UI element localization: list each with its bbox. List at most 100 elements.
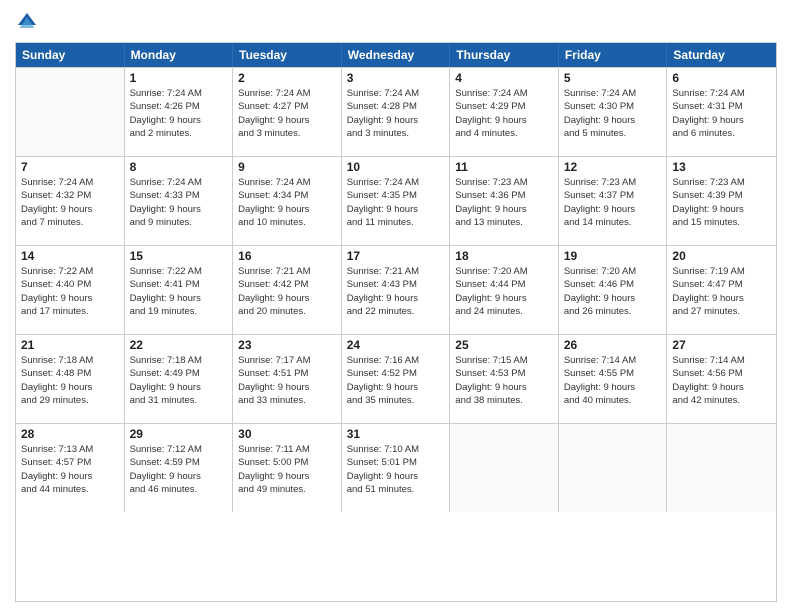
day-info: Sunrise: 7:12 AMSunset: 4:59 PMDaylight:… — [130, 443, 228, 496]
calendar-cell: 29 Sunrise: 7:12 AMSunset: 4:59 PMDayligh… — [125, 424, 234, 512]
calendar-cell: 31Sunrise: 7:10 AMSunset: 5:01 PMDayligh… — [342, 424, 451, 512]
day-info: Sunrise: 7:23 AMSunset: 4:39 PMDaylight:… — [672, 176, 771, 229]
day-info: Sunrise: 7:18 AMSunset: 4:48 PMDaylight:… — [21, 354, 119, 407]
calendar-cell: 23 Sunrise: 7:17 AMSunset: 4:51 PMDayligh… — [233, 335, 342, 423]
calendar-cell: 2 Sunrise: 7:24 AMSunset: 4:27 PMDaylight… — [233, 68, 342, 156]
day-info: Sunrise: 7:13 AMSunset: 4:57 PMDaylight:… — [21, 443, 119, 496]
calendar-cell — [667, 424, 776, 512]
calendar-cell: 14 Sunrise: 7:22 AMSunset: 4:40 PMDayligh… — [16, 246, 125, 334]
calendar-cell: 1Sunrise: 7:24 AMSunset: 4:26 PMDaylight… — [125, 68, 234, 156]
weekday-header: Tuesday — [233, 43, 342, 67]
calendar: SundayMondayTuesdayWednesdayThursdayFrid… — [15, 42, 777, 602]
day-number: 16 — [238, 249, 336, 263]
calendar-cell: 16 Sunrise: 7:21 AMSunset: 4:42 PMDayligh… — [233, 246, 342, 334]
calendar-cell: 3Sunrise: 7:24 AMSunset: 4:28 PMDaylight… — [342, 68, 451, 156]
day-info: Sunrise: 7:15 AMSunset: 4:53 PMDaylight:… — [455, 354, 553, 407]
calendar-cell: 20 Sunrise: 7:19 AMSunset: 4:47 PMDayligh… — [667, 246, 776, 334]
day-number: 25 — [455, 338, 553, 352]
day-number: 23 — [238, 338, 336, 352]
calendar-cell: 19 Sunrise: 7:20 AMSunset: 4:46 PMDayligh… — [559, 246, 668, 334]
day-number: 3 — [347, 71, 445, 85]
calendar-cell: 28 Sunrise: 7:13 AMSunset: 4:57 PMDayligh… — [16, 424, 125, 512]
calendar-cell: 6Sunrise: 7:24 AMSunset: 4:31 PMDaylight… — [667, 68, 776, 156]
calendar-cell: 9Sunrise: 7:24 AMSunset: 4:34 PMDaylight… — [233, 157, 342, 245]
weekday-header: Monday — [125, 43, 234, 67]
day-number: 11 — [455, 160, 553, 174]
day-info: Sunrise: 7:21 AMSunset: 4:43 PMDaylight:… — [347, 265, 445, 318]
day-number: 4 — [455, 71, 553, 85]
day-number: 12 — [564, 160, 662, 174]
day-info: Sunrise: 7:23 AMSunset: 4:36 PMDaylight:… — [455, 176, 553, 229]
day-number: 27 — [672, 338, 771, 352]
calendar-cell: 7 Sunrise: 7:24 AMSunset: 4:32 PMDaylight… — [16, 157, 125, 245]
day-info: Sunrise: 7:24 AMSunset: 4:31 PMDaylight:… — [672, 87, 771, 140]
calendar-cell: 8Sunrise: 7:24 AMSunset: 4:33 PMDaylight… — [125, 157, 234, 245]
weekday-header: Wednesday — [342, 43, 451, 67]
day-number: 1 — [130, 71, 228, 85]
calendar-cell: 22Sunrise: 7:18 AMSunset: 4:49 PMDayligh… — [125, 335, 234, 423]
calendar-cell: 5Sunrise: 7:24 AMSunset: 4:30 PMDaylight… — [559, 68, 668, 156]
calendar-cell: 24 Sunrise: 7:16 AMSunset: 4:52 PMDayligh… — [342, 335, 451, 423]
day-number: 13 — [672, 160, 771, 174]
calendar-cell — [450, 424, 559, 512]
weekday-header: Saturday — [667, 43, 776, 67]
day-info: Sunrise: 7:11 AMSunset: 5:00 PMDaylight:… — [238, 443, 336, 496]
calendar-cell — [559, 424, 668, 512]
calendar-row: 28 Sunrise: 7:13 AMSunset: 4:57 PMDayligh… — [16, 423, 776, 512]
calendar-cell: 26 Sunrise: 7:14 AMSunset: 4:55 PMDayligh… — [559, 335, 668, 423]
day-number: 26 — [564, 338, 662, 352]
calendar-cell: 12Sunrise: 7:23 AMSunset: 4:37 PMDayligh… — [559, 157, 668, 245]
header — [15, 10, 777, 34]
day-number: 30 — [238, 427, 336, 441]
logo-icon — [15, 10, 39, 34]
day-number: 7 — [21, 160, 119, 174]
calendar-cell — [16, 68, 125, 156]
calendar-cell: 4 Sunrise: 7:24 AMSunset: 4:29 PMDaylight… — [450, 68, 559, 156]
calendar-cell: 21 Sunrise: 7:18 AMSunset: 4:48 PMDayligh… — [16, 335, 125, 423]
day-info: Sunrise: 7:24 AMSunset: 4:32 PMDaylight:… — [21, 176, 119, 229]
day-number: 14 — [21, 249, 119, 263]
day-number: 20 — [672, 249, 771, 263]
day-info: Sunrise: 7:14 AMSunset: 4:56 PMDaylight:… — [672, 354, 771, 407]
calendar-cell: 25 Sunrise: 7:15 AMSunset: 4:53 PMDayligh… — [450, 335, 559, 423]
day-number: 2 — [238, 71, 336, 85]
day-info: Sunrise: 7:20 AMSunset: 4:46 PMDaylight:… — [564, 265, 662, 318]
calendar-row: 1Sunrise: 7:24 AMSunset: 4:26 PMDaylight… — [16, 67, 776, 156]
weekday-header: Thursday — [450, 43, 559, 67]
day-info: Sunrise: 7:24 AMSunset: 4:30 PMDaylight:… — [564, 87, 662, 140]
day-info: Sunrise: 7:22 AMSunset: 4:40 PMDaylight:… — [21, 265, 119, 318]
day-info: Sunrise: 7:24 AMSunset: 4:35 PMDaylight:… — [347, 176, 445, 229]
day-info: Sunrise: 7:24 AMSunset: 4:29 PMDaylight:… — [455, 87, 553, 140]
calendar-cell: 18 Sunrise: 7:20 AMSunset: 4:44 PMDayligh… — [450, 246, 559, 334]
day-number: 29 — [130, 427, 228, 441]
calendar-row: 14 Sunrise: 7:22 AMSunset: 4:40 PMDayligh… — [16, 245, 776, 334]
day-info: Sunrise: 7:21 AMSunset: 4:42 PMDaylight:… — [238, 265, 336, 318]
calendar-row: 7 Sunrise: 7:24 AMSunset: 4:32 PMDaylight… — [16, 156, 776, 245]
day-number: 15 — [130, 249, 228, 263]
day-number: 8 — [130, 160, 228, 174]
day-number: 24 — [347, 338, 445, 352]
weekday-header: Friday — [559, 43, 668, 67]
day-number: 9 — [238, 160, 336, 174]
calendar-cell: 30 Sunrise: 7:11 AMSunset: 5:00 PMDayligh… — [233, 424, 342, 512]
calendar-cell: 10 Sunrise: 7:24 AMSunset: 4:35 PMDayligh… — [342, 157, 451, 245]
day-number: 18 — [455, 249, 553, 263]
day-number: 28 — [21, 427, 119, 441]
day-info: Sunrise: 7:24 AMSunset: 4:27 PMDaylight:… — [238, 87, 336, 140]
day-number: 31 — [347, 427, 445, 441]
day-info: Sunrise: 7:18 AMSunset: 4:49 PMDaylight:… — [130, 354, 228, 407]
day-number: 19 — [564, 249, 662, 263]
day-number: 10 — [347, 160, 445, 174]
day-info: Sunrise: 7:17 AMSunset: 4:51 PMDaylight:… — [238, 354, 336, 407]
logo — [15, 10, 43, 34]
day-info: Sunrise: 7:20 AMSunset: 4:44 PMDaylight:… — [455, 265, 553, 318]
day-info: Sunrise: 7:19 AMSunset: 4:47 PMDaylight:… — [672, 265, 771, 318]
day-info: Sunrise: 7:16 AMSunset: 4:52 PMDaylight:… — [347, 354, 445, 407]
day-info: Sunrise: 7:14 AMSunset: 4:55 PMDaylight:… — [564, 354, 662, 407]
day-number: 21 — [21, 338, 119, 352]
calendar-cell: 11 Sunrise: 7:23 AMSunset: 4:36 PMDayligh… — [450, 157, 559, 245]
calendar-row: 21 Sunrise: 7:18 AMSunset: 4:48 PMDayligh… — [16, 334, 776, 423]
calendar-body: 1Sunrise: 7:24 AMSunset: 4:26 PMDaylight… — [16, 67, 776, 512]
day-info: Sunrise: 7:22 AMSunset: 4:41 PMDaylight:… — [130, 265, 228, 318]
calendar-cell: 27 Sunrise: 7:14 AMSunset: 4:56 PMDayligh… — [667, 335, 776, 423]
